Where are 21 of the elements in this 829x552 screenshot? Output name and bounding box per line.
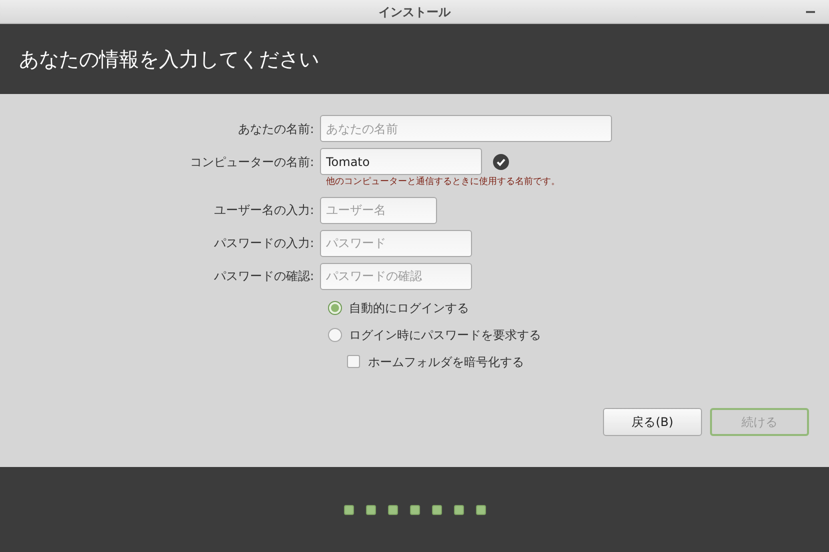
radio-button[interactable] — [328, 300, 342, 314]
field-label: あなたの名前: — [236, 120, 315, 138]
checkmark-icon — [493, 154, 509, 170]
radio-label: ログイン時にパスワードを要求する — [349, 326, 541, 344]
text-field[interactable]: Tomato — [320, 148, 482, 175]
text-field[interactable]: パスワードの確認 — [320, 262, 472, 290]
text-field[interactable]: パスワード — [320, 230, 472, 256]
radio-label: 自動的にログインする — [349, 300, 469, 316]
field-label: パスワードの確認: — [212, 268, 315, 285]
field-label: ユーザー名の入力: — [212, 202, 315, 219]
radio-button[interactable] — [328, 328, 342, 342]
back-button[interactable]: 戻る(B) — [603, 408, 702, 436]
text-field[interactable]: あなたの名前 — [320, 115, 612, 142]
hint-text: 他のコンピューターと通信するときに使用する名前です。 — [326, 176, 561, 189]
checkbox-label: ホームフォルダを暗号化する — [368, 354, 524, 370]
checkbox[interactable] — [347, 355, 360, 368]
text-field[interactable]: ユーザー名 — [320, 196, 437, 224]
header-title: あなたの情報を入力してください — [19, 46, 319, 73]
window-title: インストール — [378, 4, 450, 20]
field-label: パスワードの入力: — [212, 235, 315, 252]
field-label: コンピューターの名前: — [188, 154, 315, 170]
